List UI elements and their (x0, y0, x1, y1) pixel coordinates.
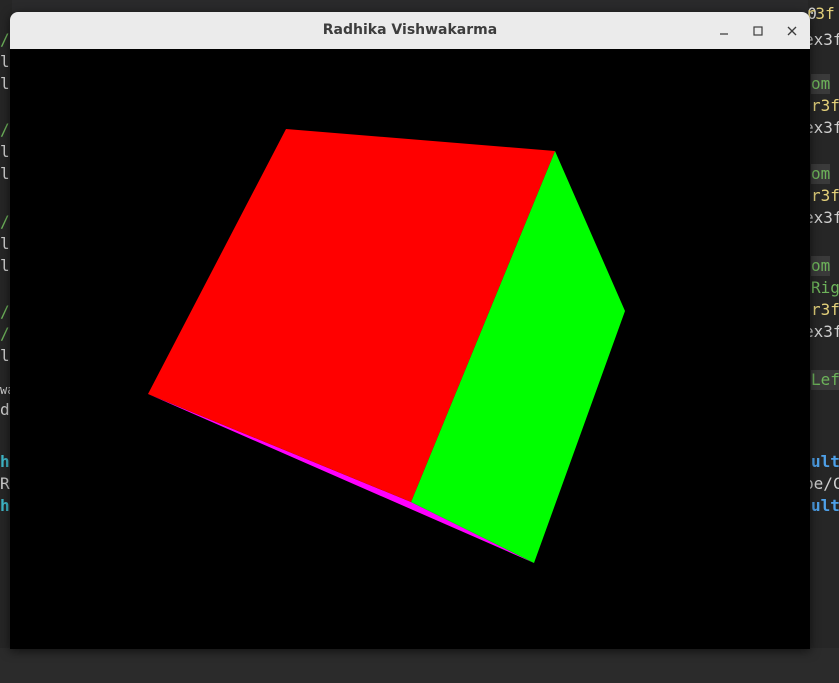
bg-text: ex3f (808, 208, 839, 227)
maximize-icon (753, 26, 763, 36)
bg-text: ulth (811, 496, 839, 515)
window-title: Radhika Vishwakarma (322, 22, 498, 38)
app-window: Radhika Vishwakarma (10, 12, 810, 649)
bg-text: ulth (811, 452, 839, 471)
bg-text: glColor3f (808, 4, 835, 23)
bg-text: l (0, 142, 10, 161)
cube-render (10, 49, 810, 649)
bg-text: l (0, 234, 10, 253)
desktop: / l l / l l / l l / / l wa d/ h Ra h 600… (0, 0, 839, 683)
bg-text: Lef (811, 370, 839, 390)
bg-text: ex3f (808, 322, 839, 341)
close-icon (787, 26, 797, 36)
bg-text: / (0, 120, 10, 139)
window-titlebar[interactable]: Radhika Vishwakarma (10, 12, 810, 50)
bg-text: ex3f (808, 30, 839, 49)
maximize-button[interactable] (747, 20, 769, 42)
bg-text: om (811, 74, 831, 94)
bg-text: om (811, 164, 831, 184)
opengl-canvas[interactable] (10, 49, 810, 649)
minimize-button[interactable] (713, 20, 735, 42)
bg-text: r3f (811, 186, 839, 205)
minimize-icon (720, 33, 728, 35)
bg-text: r3f (811, 96, 839, 115)
bg-text: be/C (808, 474, 839, 493)
bg-text: l (0, 256, 10, 275)
close-button[interactable] (781, 20, 803, 42)
background-editor-right: 600 glColor3f ex3f om r3f ex3f om r3f ex… (808, 0, 839, 683)
bg-text: r3f (811, 300, 839, 319)
bg-text: l (0, 74, 10, 93)
bg-text: / (0, 302, 10, 321)
bg-text: / (0, 30, 10, 49)
bg-text: l (0, 52, 10, 71)
bg-text: h (0, 496, 10, 515)
bg-text: ex3f (808, 118, 839, 137)
bg-text: om (811, 256, 831, 276)
desktop-bottom-strip (0, 648, 839, 683)
bg-text: Rig (811, 278, 839, 297)
bg-text: l (0, 346, 10, 365)
bg-text: / (0, 324, 10, 343)
bg-text: l (0, 164, 10, 183)
bg-text: / (0, 212, 10, 231)
bg-text: h (0, 452, 10, 471)
